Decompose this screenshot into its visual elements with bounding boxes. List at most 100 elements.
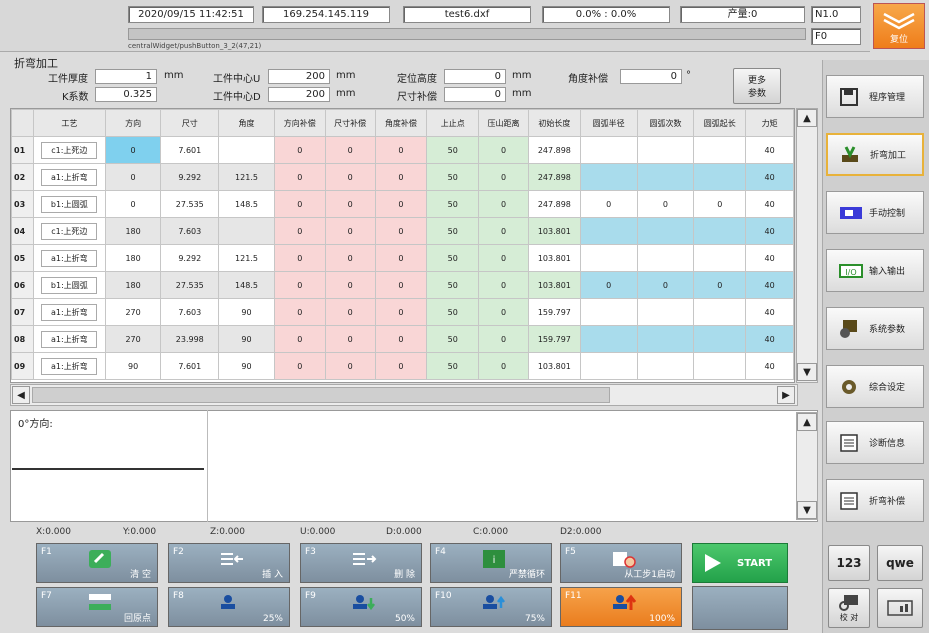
cell-force[interactable]: 40 bbox=[745, 352, 794, 380]
cell-angle[interactable]: 121.5 bbox=[218, 244, 275, 272]
cell-angle[interactable] bbox=[218, 217, 275, 245]
sidebar-item-6[interactable]: 诊断信息 bbox=[826, 421, 924, 464]
cell-angle[interactable]: 90 bbox=[218, 352, 275, 380]
table-vscrollbar[interactable] bbox=[796, 108, 818, 383]
more-params-button[interactable]: 更多 参数 bbox=[733, 68, 781, 104]
cell-rad[interactable]: 0 bbox=[579, 271, 638, 299]
cell-dir[interactable]: 180 bbox=[104, 271, 162, 299]
calibrate-button[interactable]: 校 对 bbox=[828, 588, 870, 628]
cell-press[interactable]: 0 bbox=[478, 190, 529, 218]
process-select[interactable]: b1:上圆弧 bbox=[41, 276, 98, 294]
cell-init[interactable]: 159.797 bbox=[527, 298, 581, 326]
cell-dir[interactable]: 0 bbox=[104, 163, 162, 191]
cell-rad[interactable] bbox=[579, 325, 638, 353]
cell-force[interactable]: 40 bbox=[745, 217, 794, 245]
cell-angle[interactable] bbox=[218, 136, 275, 164]
screen-button[interactable] bbox=[877, 588, 923, 628]
cell-angle[interactable]: 148.5 bbox=[218, 271, 275, 299]
sidebar-item-0[interactable]: 程序管理 bbox=[826, 75, 924, 118]
cell-dc[interactable]: 0 bbox=[273, 352, 326, 380]
cell-dir[interactable]: 0 bbox=[104, 136, 162, 164]
process-select[interactable]: a1:上折弯 bbox=[41, 330, 98, 348]
sidebar-item-3[interactable]: I/O 输入输出 bbox=[826, 249, 924, 292]
cell-ac[interactable]: 0 bbox=[374, 298, 428, 326]
cell-force[interactable]: 40 bbox=[745, 244, 794, 272]
scroll-up-arrow[interactable]: ▲ bbox=[797, 109, 817, 127]
pos-height-input[interactable]: 0 bbox=[444, 69, 506, 84]
keyboard-numeric-button[interactable]: 123 bbox=[828, 545, 870, 581]
cell-press[interactable]: 0 bbox=[478, 325, 529, 353]
cell-top[interactable]: 50 bbox=[426, 325, 480, 353]
cell-init[interactable]: 247.898 bbox=[527, 136, 581, 164]
cell-init[interactable]: 103.801 bbox=[527, 271, 581, 299]
cell-size[interactable]: 7.603 bbox=[160, 217, 220, 245]
cell-size[interactable]: 7.603 bbox=[160, 298, 220, 326]
cell-sc[interactable]: 0 bbox=[324, 298, 376, 326]
cell-force[interactable]: 40 bbox=[745, 271, 794, 299]
cell-dir[interactable]: 0 bbox=[104, 190, 162, 218]
process-cell[interactable]: c1:上死边 bbox=[32, 217, 106, 245]
process-select[interactable]: b1:上圆弧 bbox=[41, 195, 98, 213]
center-d-input[interactable]: 200 bbox=[268, 87, 330, 102]
table-row[interactable]: 02 a1:上折弯 0 9.292 121.5 0 0 0 50 0 247.898 40 bbox=[11, 163, 794, 191]
cell-ac[interactable]: 0 bbox=[374, 352, 428, 380]
cell-press[interactable]: 0 bbox=[478, 271, 529, 299]
fkey-button-f2[interactable]: F2 插 入 bbox=[168, 543, 290, 583]
cell-cnt[interactable]: 0 bbox=[636, 271, 695, 299]
cell-size[interactable]: 23.998 bbox=[160, 325, 220, 353]
cell-top[interactable]: 50 bbox=[426, 217, 480, 245]
scroll-right-arrow[interactable]: ▶ bbox=[777, 386, 795, 404]
cell-dc[interactable]: 0 bbox=[273, 190, 326, 218]
cell-angle[interactable]: 148.5 bbox=[218, 190, 275, 218]
cell-dc[interactable]: 0 bbox=[273, 244, 326, 272]
cell-start[interactable]: 0 bbox=[693, 271, 747, 299]
scroll-down-arrow[interactable]: ▼ bbox=[797, 363, 817, 381]
cell-sc[interactable]: 0 bbox=[324, 163, 376, 191]
cell-top[interactable]: 50 bbox=[426, 163, 480, 191]
sidebar-item-4[interactable]: 系统参数 bbox=[826, 307, 924, 350]
cell-ac[interactable]: 0 bbox=[374, 271, 428, 299]
cell-size[interactable]: 7.601 bbox=[160, 136, 220, 164]
cell-rad[interactable] bbox=[579, 244, 638, 272]
cell-init[interactable]: 103.801 bbox=[527, 352, 581, 380]
cell-start[interactable] bbox=[693, 325, 747, 353]
cell-start[interactable] bbox=[693, 244, 747, 272]
cell-rad[interactable] bbox=[579, 298, 638, 326]
process-cell[interactable]: a1:上折弯 bbox=[32, 244, 106, 272]
cell-press[interactable]: 0 bbox=[478, 352, 529, 380]
cell-rad[interactable] bbox=[579, 352, 638, 380]
sidebar-item-2[interactable]: 手动控制 bbox=[826, 191, 924, 234]
cell-sc[interactable]: 0 bbox=[324, 217, 376, 245]
cell-dir[interactable]: 180 bbox=[104, 217, 162, 245]
reset-button[interactable]: 复位 bbox=[873, 3, 925, 49]
cell-cnt[interactable] bbox=[636, 244, 695, 272]
cell-press[interactable]: 0 bbox=[478, 136, 529, 164]
scroll-left-arrow[interactable]: ◀ bbox=[12, 386, 30, 404]
cell-dir[interactable]: 270 bbox=[104, 298, 162, 326]
fkey-button-f11[interactable]: F11 100% bbox=[560, 587, 682, 627]
cell-press[interactable]: 0 bbox=[478, 298, 529, 326]
process-select[interactable]: a1:上折弯 bbox=[41, 249, 98, 267]
cell-dc[interactable]: 0 bbox=[273, 136, 326, 164]
process-cell[interactable]: a1:上折弯 bbox=[32, 163, 106, 191]
process-cell[interactable]: c1:上死边 bbox=[32, 136, 106, 164]
cell-ac[interactable]: 0 bbox=[374, 244, 428, 272]
fkey-button-f4[interactable]: F4 i 严禁循环 bbox=[430, 543, 552, 583]
process-cell[interactable]: a1:上折弯 bbox=[32, 298, 106, 326]
cell-dc[interactable]: 0 bbox=[273, 217, 326, 245]
process-select[interactable]: c1:上死边 bbox=[41, 141, 98, 159]
cell-sc[interactable]: 0 bbox=[324, 325, 376, 353]
preview-scroll-down[interactable]: ▼ bbox=[797, 501, 817, 519]
process-select[interactable]: a1:上折弯 bbox=[41, 303, 98, 321]
process-cell[interactable]: b1:上圆弧 bbox=[32, 190, 106, 218]
process-select[interactable]: a1:上折弯 bbox=[41, 168, 98, 186]
cell-rad[interactable] bbox=[579, 217, 638, 245]
cell-top[interactable]: 50 bbox=[426, 271, 480, 299]
cell-force[interactable]: 40 bbox=[745, 163, 794, 191]
cell-top[interactable]: 50 bbox=[426, 244, 480, 272]
cell-rad[interactable]: 0 bbox=[579, 190, 638, 218]
fkey-button-f7[interactable]: F7 回原点 bbox=[36, 587, 158, 627]
cell-cnt[interactable] bbox=[636, 352, 695, 380]
cell-start[interactable]: 0 bbox=[693, 190, 747, 218]
process-cell[interactable]: b1:上圆弧 bbox=[32, 271, 106, 299]
